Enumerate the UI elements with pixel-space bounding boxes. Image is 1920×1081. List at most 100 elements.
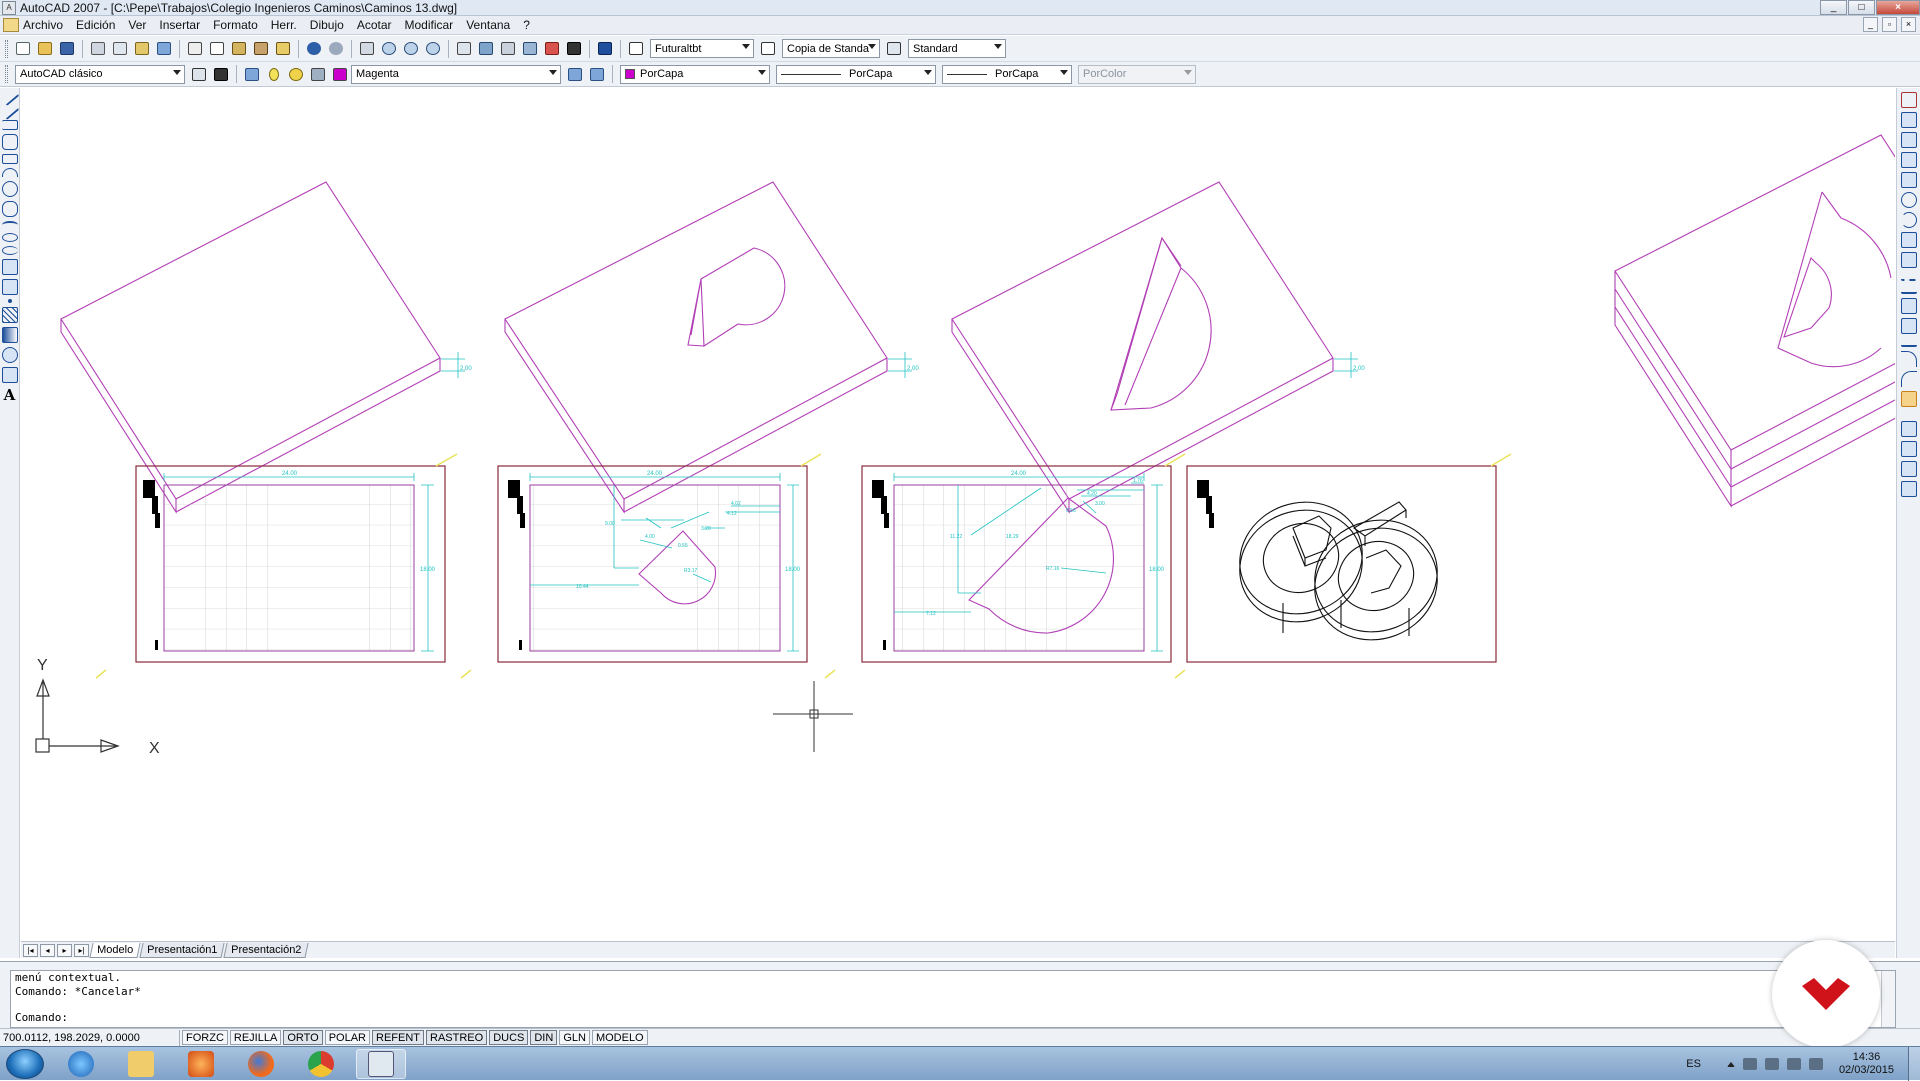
previous-tab-button[interactable]: ◂ xyxy=(40,943,55,957)
iso-block-1[interactable]: 2.00 xyxy=(60,181,472,514)
osnap-toggle[interactable]: REFENT xyxy=(372,1030,424,1045)
taskbar-firefox[interactable] xyxy=(236,1049,286,1079)
language-indicator[interactable]: ES xyxy=(1686,1058,1701,1070)
polar-toggle[interactable]: POLAR xyxy=(324,1030,370,1045)
linetype-select[interactable]: PorCapa xyxy=(776,64,936,84)
snap-toggle[interactable]: FORZC xyxy=(182,1030,228,1045)
cut-icon[interactable] xyxy=(185,39,205,59)
menu-ayuda[interactable]: ? xyxy=(523,18,530,32)
dim-style-select[interactable]: Copia de Standa xyxy=(782,39,880,58)
otrack-toggle[interactable]: RASTREO xyxy=(426,1030,488,1045)
next-tab-button[interactable]: ▸ xyxy=(57,943,72,957)
sheet-set-icon[interactable] xyxy=(520,39,540,59)
last-tab-button[interactable]: ▸| xyxy=(74,943,89,957)
bring-to-front-icon[interactable] xyxy=(1900,441,1917,457)
workspace-save-icon[interactable] xyxy=(211,64,231,84)
autocad-app-icon[interactable]: A xyxy=(2,0,16,15)
action-center-icon[interactable] xyxy=(1742,1058,1757,1070)
drawing-area[interactable]: 2.00 2.00 2.00 24.00 18.00 24.00 18.00 9… xyxy=(21,88,1895,941)
network-icon[interactable] xyxy=(1764,1058,1779,1070)
menu-ventana[interactable]: Ventana xyxy=(466,18,510,32)
tool-palettes-icon[interactable] xyxy=(498,39,518,59)
command-history[interactable]: menú contextual. Comando: *Cancelar* Com… xyxy=(10,970,1896,1028)
plot-icon[interactable] xyxy=(88,39,108,59)
layout-sheet-2[interactable]: 24.00 18.00 9.00 10.44 R3.17 3.20 4.02 4… xyxy=(460,453,822,679)
layout-sheet-1[interactable]: 24.00 18.00 xyxy=(95,453,458,679)
start-button[interactable] xyxy=(6,1048,44,1079)
pan-icon[interactable] xyxy=(357,39,377,59)
menu-herramientas[interactable]: Herr. xyxy=(271,18,297,32)
block-editor-icon[interactable] xyxy=(273,39,293,59)
layer-manager-icon[interactable] xyxy=(242,64,262,84)
taskbar-chrome[interactable] xyxy=(296,1049,346,1079)
bring-above-icon[interactable] xyxy=(1900,481,1917,497)
ortho-toggle[interactable]: ORTO xyxy=(283,1030,323,1045)
spline-icon[interactable] xyxy=(1,221,18,229)
undo-icon[interactable] xyxy=(304,39,324,59)
revision-cloud-icon[interactable] xyxy=(1,201,18,217)
show-desktop-button[interactable] xyxy=(1908,1047,1920,1081)
menu-dibujo[interactable]: Dibujo xyxy=(310,18,344,32)
layer-on-icon[interactable] xyxy=(264,64,284,84)
table-icon[interactable] xyxy=(1,367,18,383)
polygon-icon[interactable] xyxy=(1,134,18,150)
scale-icon[interactable] xyxy=(1900,232,1917,248)
table-style-icon[interactable] xyxy=(884,39,904,59)
document-icon[interactable] xyxy=(3,18,19,32)
circle-icon[interactable] xyxy=(1,181,18,197)
insert-block-icon[interactable] xyxy=(1,259,18,275)
grid-toggle[interactable]: REJILLA xyxy=(229,1030,282,1045)
break-at-point-icon[interactable] xyxy=(1900,298,1917,314)
workspace-select[interactable]: AutoCAD clásico xyxy=(15,64,185,84)
array-icon[interactable] xyxy=(1900,172,1917,188)
fillet-icon[interactable] xyxy=(1900,371,1917,387)
join-icon[interactable] xyxy=(1900,338,1917,347)
maximize-button[interactable]: □ xyxy=(1848,0,1875,15)
coordinate-readout[interactable]: 700.0112, 198.2029, 0.0000 xyxy=(0,1029,180,1046)
show-hidden-icons-icon[interactable] xyxy=(1726,1061,1735,1067)
table-style-select[interactable]: Standard xyxy=(908,39,1006,58)
ducs-toggle[interactable]: DUCS xyxy=(489,1030,529,1045)
open-icon[interactable] xyxy=(35,39,55,59)
redo-icon[interactable] xyxy=(326,39,346,59)
volume-icon[interactable] xyxy=(1786,1058,1801,1070)
model-toggle[interactable]: MODELO xyxy=(591,1030,648,1045)
extend-icon[interactable] xyxy=(1900,285,1917,294)
taskbar-media-player[interactable] xyxy=(176,1049,226,1079)
plot-preview-icon[interactable] xyxy=(110,39,130,59)
iso-block-2[interactable]: 2.00 xyxy=(504,181,919,514)
drawing-svg[interactable]: 2.00 2.00 2.00 24.00 18.00 24.00 18.00 9… xyxy=(21,88,1895,941)
workspace-settings-icon[interactable] xyxy=(189,64,209,84)
explode-icon[interactable] xyxy=(1900,391,1917,407)
make-block-icon[interactable] xyxy=(1,279,18,295)
menu-modificar[interactable]: Modificar xyxy=(405,18,454,32)
mirror-icon[interactable] xyxy=(1900,132,1917,148)
help-icon[interactable] xyxy=(595,39,615,59)
zoom-window-icon[interactable] xyxy=(401,39,421,59)
toolbar-grip[interactable] xyxy=(5,39,8,58)
send-to-back-icon[interactable] xyxy=(1900,461,1917,477)
quickcalc-icon[interactable] xyxy=(564,39,584,59)
save-icon[interactable] xyxy=(57,39,77,59)
multiline-text-icon[interactable]: A xyxy=(2,387,18,403)
menu-archivo[interactable]: Archivo xyxy=(23,18,63,32)
arc-icon[interactable] xyxy=(1,168,18,177)
ellipse-icon[interactable] xyxy=(1,233,18,242)
taskbar-internet-explorer[interactable] xyxy=(56,1049,106,1079)
stretch-icon[interactable] xyxy=(1900,252,1917,268)
iso-block-4[interactable] xyxy=(1614,134,1895,508)
tab-modelo[interactable]: Modelo xyxy=(89,942,141,958)
tab-presentacion1[interactable]: Presentación1 xyxy=(139,942,226,958)
polyline-icon[interactable] xyxy=(1,120,18,130)
match-properties-icon[interactable] xyxy=(251,39,271,59)
close-button[interactable]: × xyxy=(1876,0,1920,15)
zoom-realtime-icon[interactable] xyxy=(379,39,399,59)
dyn-toggle[interactable]: DIN xyxy=(530,1030,558,1045)
lwt-toggle[interactable]: GLN xyxy=(559,1030,590,1045)
command-input[interactable]: Comando: xyxy=(15,1011,68,1025)
layer-select[interactable]: Magenta xyxy=(351,64,561,84)
doc-close-button[interactable]: × xyxy=(1901,17,1916,32)
menu-formato[interactable]: Formato xyxy=(213,18,258,32)
region-icon[interactable] xyxy=(1,347,18,363)
ellipse-arc-icon[interactable] xyxy=(1,246,18,255)
